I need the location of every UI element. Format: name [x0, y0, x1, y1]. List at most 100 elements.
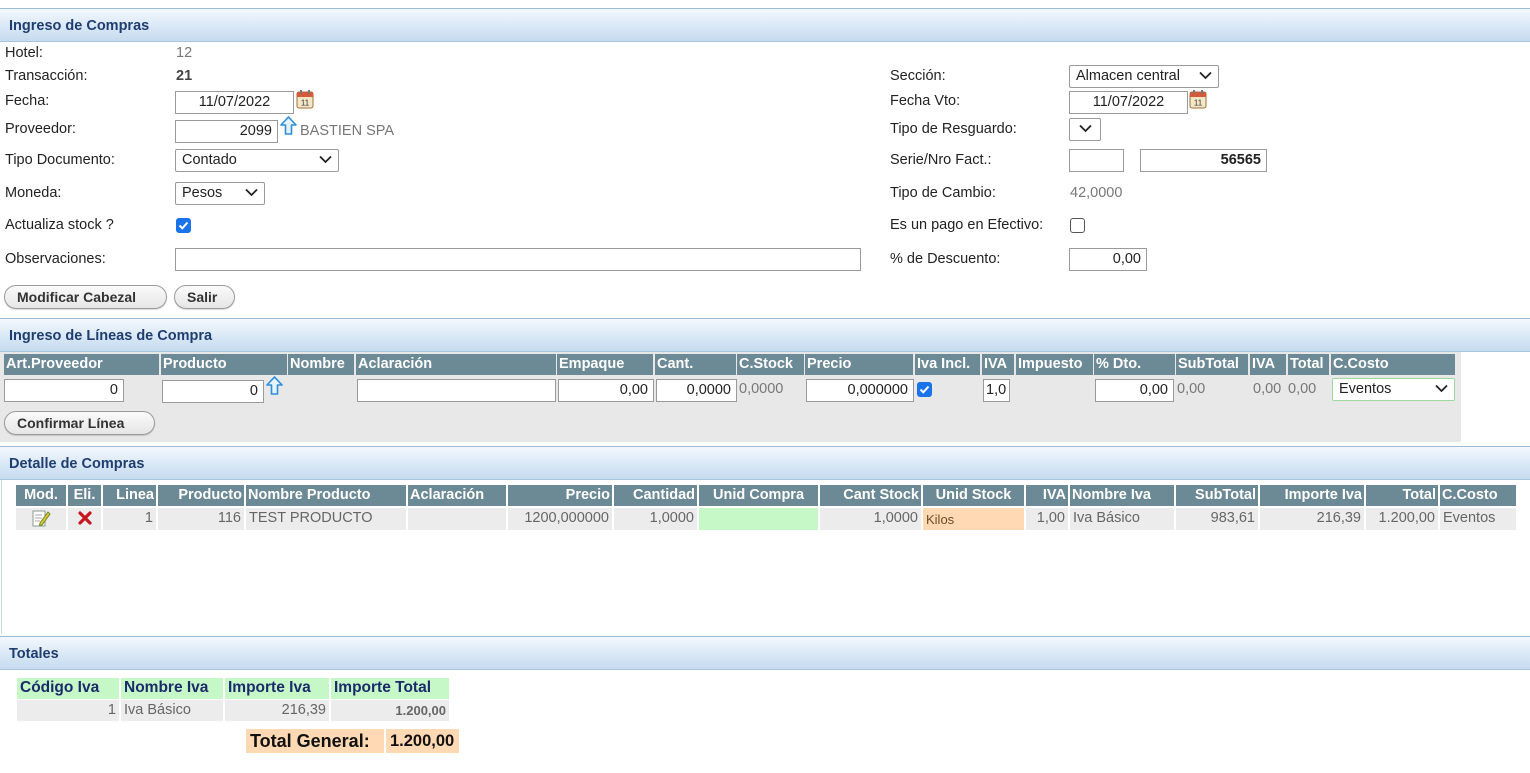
totales-nombre: Iva Básico	[121, 700, 223, 721]
total-value: 0,00	[1288, 381, 1317, 397]
edit-icon[interactable]	[31, 508, 51, 528]
moneda-select[interactable]: Pesos	[175, 182, 265, 205]
col-iva-monto: IVA	[1250, 354, 1286, 375]
col-dto: % Dto.	[1094, 354, 1175, 375]
moneda-value: Pesos	[182, 185, 223, 201]
col-subtotal: SubTotal	[1176, 354, 1248, 375]
tipo-documento-value: Contado	[182, 152, 237, 168]
section-header-totales: Totales	[0, 636, 1530, 670]
chevron-down-icon	[1435, 384, 1448, 393]
col-nombre-producto: Nombre Producto	[246, 485, 406, 506]
col-unid-stock: Unid Stock	[923, 485, 1024, 506]
col-importe-iva: Importe Iva	[1260, 485, 1364, 506]
calendar-icon[interactable]: 11	[296, 89, 314, 109]
fecha-vto-input[interactable]: 11/07/2022	[1069, 91, 1188, 114]
tipo-documento-label: Tipo Documento:	[5, 152, 115, 168]
row-nombre-iva: Iva Básico	[1070, 508, 1174, 530]
ccosto-select[interactable]: Eventos	[1332, 378, 1455, 401]
col-subtotal: SubTotal	[1176, 485, 1258, 506]
dto-input[interactable]: 0,00	[1095, 379, 1174, 402]
arrow-up-icon[interactable]	[280, 116, 297, 136]
col-empaque: Empaque	[557, 354, 653, 375]
svg-text:11: 11	[1194, 99, 1203, 108]
precio-input[interactable]: 0,000000	[806, 379, 914, 402]
fecha-input[interactable]: 11/07/2022	[175, 91, 294, 114]
moneda-label: Moneda:	[5, 185, 62, 201]
modificar-cabezal-button[interactable]: Modificar Cabezal	[4, 285, 167, 309]
iva-input[interactable]: 1,0	[983, 379, 1010, 402]
chevron-down-icon	[319, 155, 332, 164]
descuento-input[interactable]: 0,00	[1069, 248, 1147, 271]
col-ccosto: C.Costo	[1440, 485, 1516, 506]
hotel-label: Hotel:	[5, 45, 43, 61]
col-total: Total	[1366, 485, 1438, 506]
row-subtotal: 983,61	[1176, 508, 1258, 530]
section-header-detalle: Detalle de Compras	[0, 446, 1530, 480]
col-linea: Linea	[103, 485, 156, 506]
col-total: Total	[1288, 354, 1329, 375]
salir-button[interactable]: Salir	[174, 285, 235, 309]
serie-label: Serie/Nro Fact.:	[890, 152, 992, 168]
row-nombre-producto: TEST PRODUCTO	[246, 508, 406, 530]
iva-incl-checkbox[interactable]	[917, 382, 932, 397]
cstock-value: 0,0000	[739, 381, 784, 397]
empaque-input[interactable]: 0,00	[558, 379, 654, 402]
row-producto: 116	[158, 508, 244, 530]
col-mod: Mod.	[16, 485, 66, 506]
col-importe-total: Importe Total	[331, 678, 449, 699]
col-nombre-iva: Nombre Iva	[121, 678, 223, 699]
svg-text:11: 11	[301, 99, 310, 108]
confirmar-linea-button[interactable]: Confirmar Línea	[4, 411, 155, 435]
col-ccosto: C.Costo	[1331, 354, 1455, 375]
row-ccosto: Eventos	[1440, 508, 1516, 530]
tipo-resguardo-label: Tipo de Resguardo:	[890, 121, 1017, 137]
col-iva-incl: Iva Incl.	[915, 354, 980, 375]
arrow-up-icon[interactable]	[266, 376, 283, 396]
tipo-resguardo-select[interactable]	[1069, 118, 1101, 141]
col-iva: IVA	[1026, 485, 1068, 506]
totales-importe-total: 1.200,00	[331, 700, 449, 721]
actualiza-stock-checkbox[interactable]	[176, 218, 191, 233]
cant-input[interactable]: 0,0000	[656, 379, 737, 402]
calendar-icon[interactable]: 11	[1189, 89, 1207, 109]
chevron-down-icon	[1199, 71, 1212, 80]
art-proveedor-input[interactable]: 0	[4, 379, 124, 402]
nro-fact-input[interactable]: 56565	[1140, 149, 1267, 172]
pago-efectivo-checkbox[interactable]	[1070, 218, 1085, 233]
proveedor-label: Proveedor:	[5, 121, 76, 137]
col-producto: Producto	[161, 354, 287, 375]
col-nombre: Nombre	[288, 354, 354, 375]
iva-monto-value: 0,00	[1253, 381, 1282, 397]
detail-border	[1, 480, 2, 634]
delete-icon[interactable]	[77, 510, 93, 526]
col-impuesto: Impuesto	[1016, 354, 1093, 375]
totales-codigo: 1	[17, 700, 119, 721]
seccion-select[interactable]: Almacen central	[1069, 65, 1219, 88]
chevron-down-icon	[1079, 124, 1092, 133]
col-importe-iva: Importe Iva	[225, 678, 329, 699]
col-aclaracion: Aclaración	[408, 485, 506, 506]
hotel-value: 12	[176, 45, 193, 61]
section-header-ingreso-lineas: Ingreso de Líneas de Compra	[0, 318, 1530, 352]
producto-input[interactable]: 0	[162, 380, 264, 403]
pago-efectivo-label: Es un pago en Efectivo:	[890, 217, 1044, 233]
col-cant: Cant.	[655, 354, 736, 375]
ccosto-value: Eventos	[1339, 381, 1392, 397]
chevron-down-icon	[245, 188, 258, 197]
observaciones-input[interactable]	[175, 248, 861, 271]
row-total: 1.200,00	[1366, 508, 1438, 530]
edit-cell	[16, 508, 66, 530]
proveedor-code-input[interactable]: 2099	[175, 120, 278, 143]
delete-cell	[68, 508, 101, 530]
row-cant-stock: 1,0000	[820, 508, 921, 530]
section-header-ingreso-compras: Ingreso de Compras	[0, 8, 1530, 42]
row-iva: 1,00	[1026, 508, 1068, 530]
col-nombre-iva: Nombre Iva	[1070, 485, 1174, 506]
aclaracion-input[interactable]	[357, 379, 556, 402]
row-importe-iva: 216,39	[1260, 508, 1364, 530]
row-unid-compra	[699, 508, 818, 530]
serie-input[interactable]	[1069, 149, 1124, 172]
tipo-documento-select[interactable]: Contado	[175, 149, 339, 172]
row-unid-stock: Kilos	[923, 508, 1024, 530]
col-iva: IVA	[982, 354, 1014, 375]
